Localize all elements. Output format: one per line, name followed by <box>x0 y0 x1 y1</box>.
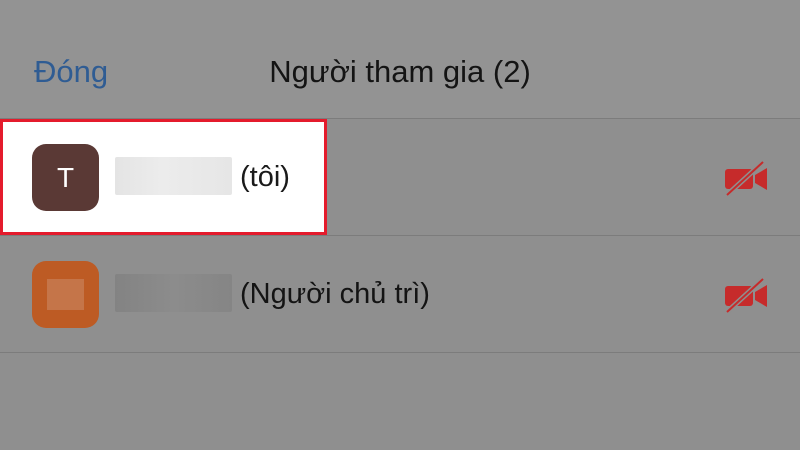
video-off-icon[interactable] <box>723 277 769 313</box>
name-suffix: (Người chủ trì) <box>240 278 430 310</box>
participant-row-self[interactable]: T (tôi) <box>0 119 800 235</box>
participant-row-host[interactable]: (Người chủ trì) <box>0 236 800 352</box>
avatar: T <box>32 144 99 211</box>
video-off-icon[interactable] <box>723 160 769 196</box>
avatar <box>32 261 99 328</box>
blurred-name <box>115 157 232 195</box>
avatar-image <box>47 279 84 310</box>
blurred-name <box>115 274 232 312</box>
page-title: Người tham gia (2) <box>269 54 531 89</box>
header-bar: Đóng Người tham gia (2) <box>0 0 800 118</box>
name-suffix: (tôi) <box>240 161 290 193</box>
divider <box>0 352 800 353</box>
